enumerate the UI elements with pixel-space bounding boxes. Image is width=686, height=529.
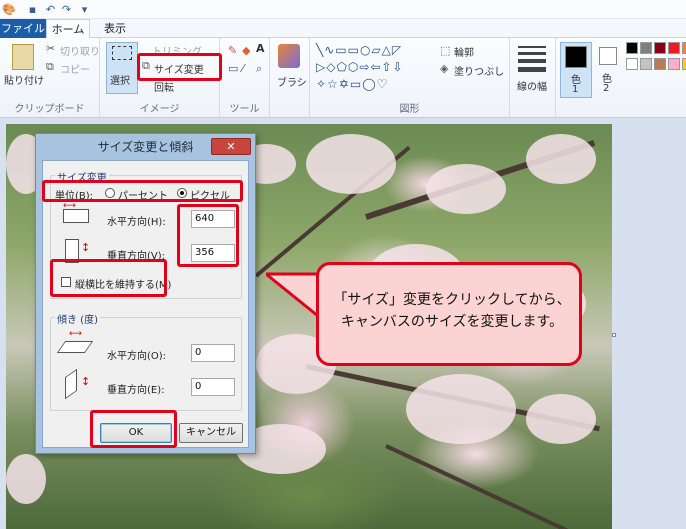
close-icon: ✕	[226, 140, 236, 153]
highlight-ok-button	[90, 410, 177, 448]
horizontal-resize-icon	[63, 209, 89, 223]
clipboard-group: 貼り付け ✂ 切り取り ⧉ コピー クリップボード	[0, 38, 100, 118]
color1-num: 1	[572, 84, 579, 95]
horizontal-arrow-icon: ⟷	[63, 201, 76, 211]
line-width-group: 線の幅	[510, 38, 556, 118]
scissors-icon: ✂	[46, 42, 56, 55]
callout-line1: 「サイズ」変更をクリックしてから、	[333, 292, 571, 308]
tab-home[interactable]: ホーム	[46, 19, 90, 38]
fill-bucket-icon: ◈	[440, 62, 449, 75]
palette-swatch[interactable]	[640, 58, 652, 70]
highlight-unit-row	[42, 180, 243, 202]
callout-text: 「サイズ」変更をクリックしてから、 キャンバスのサイズを変更します。	[329, 289, 575, 333]
color-picker-icon[interactable]: ⁄	[242, 62, 244, 75]
paste-icon[interactable]	[12, 44, 34, 70]
color1-button[interactable]: 色 1	[560, 42, 592, 98]
magnifier-icon[interactable]: ⌕	[256, 62, 262, 76]
brush-icon[interactable]	[278, 44, 300, 68]
shape-gallery[interactable]: ╲∿▭▭○▱△◸ ▷◇⬠⬡⇨⇦⇧⇩ ✧☆✡▭◯♡	[316, 42, 436, 94]
outline-icon: ⬚	[440, 44, 451, 57]
clipboard-group-label: クリップボード	[14, 104, 85, 115]
skew-section-label: 傾き (度)	[55, 311, 100, 326]
instruction-callout: 「サイズ」変更をクリックしてから、 キャンバスのサイズを変更します。	[316, 262, 582, 366]
callout-tail	[266, 272, 320, 318]
color2-swatch	[599, 47, 617, 65]
paint-app-icon[interactable]: 🎨	[2, 3, 16, 16]
tab-file[interactable]: ファイル	[0, 19, 46, 38]
highlight-resize-button	[137, 53, 222, 81]
fill-button[interactable]: 塗りつぶし	[454, 63, 504, 78]
highlight-size-inputs	[177, 204, 239, 267]
rotate-button[interactable]: 回転	[154, 79, 174, 94]
image-group-label: イメージ	[139, 104, 180, 115]
dialog-close-button[interactable]: ✕	[211, 138, 251, 155]
palette-swatch[interactable]	[654, 42, 666, 54]
skew-horizontal-label: 水平方向(O):	[107, 351, 167, 362]
skew-v-arrow-icon: ↕	[81, 375, 91, 388]
canvas-background	[612, 118, 686, 529]
cut-button[interactable]: 切り取り	[60, 43, 100, 58]
pencil-icon[interactable]: ✎	[228, 44, 237, 57]
palette-swatch[interactable]	[682, 58, 686, 70]
color2-num: 2	[603, 83, 610, 94]
skew-h-arrow-icon: ⟷	[69, 329, 82, 339]
skew-vertical-label: 垂直方向(E):	[107, 385, 165, 396]
paste-button[interactable]: 貼り付け	[4, 72, 44, 87]
ribbon: 貼り付け ✂ 切り取り ⧉ コピー クリップボード 選択 トリミング ⧉ サイズ…	[0, 38, 686, 118]
line-width-button[interactable]: 線の幅	[517, 78, 547, 93]
customize-dropdown-icon[interactable]: ▾	[78, 3, 91, 16]
brush-button[interactable]: ブラシ	[277, 74, 307, 89]
text-icon[interactable]: A	[256, 42, 265, 55]
shapes-group: ╲∿▭▭○▱△◸ ▷◇⬠⬡⇨⇦⇧⇩ ✧☆✡▭◯♡ ⬚ 輪郭 ◈ 塗りつぶし 図形	[310, 38, 510, 118]
ribbon-tabs: ファイル ホーム 表示	[0, 19, 686, 38]
palette-swatch[interactable]	[654, 58, 666, 70]
color1-swatch	[565, 46, 587, 68]
skew-horizontal-input[interactable]: 0	[191, 344, 235, 362]
outline-button[interactable]: 輪郭	[454, 44, 474, 59]
copy-icon: ⧉	[46, 60, 54, 73]
color2-button[interactable]: 色 2	[595, 42, 621, 98]
skew-vertical-input[interactable]: 0	[191, 378, 235, 396]
tab-view[interactable]: 表示	[96, 19, 134, 38]
vertical-arrow-icon: ↕	[81, 241, 91, 254]
quick-access-toolbar: 🎨 ▪ ↶ ↷ ▾	[0, 0, 686, 19]
eraser-icon[interactable]: ▭	[228, 62, 238, 75]
color-palette	[626, 42, 686, 82]
palette-swatch[interactable]	[640, 42, 652, 54]
tools-group-label: ツール	[229, 104, 260, 115]
save-icon[interactable]: ▪	[26, 3, 39, 16]
brush-group: ブラシ	[270, 38, 310, 118]
fill-icon[interactable]: ◆	[242, 44, 250, 57]
palette-swatch[interactable]	[682, 42, 686, 54]
copy-button[interactable]: コピー	[60, 61, 90, 76]
line-width-icon[interactable]	[518, 46, 546, 48]
select-button[interactable]: 選択	[110, 72, 130, 87]
highlight-aspect-checkbox	[50, 259, 167, 297]
select-icon	[112, 46, 132, 60]
palette-swatch[interactable]	[626, 58, 638, 70]
palette-swatch[interactable]	[668, 58, 680, 70]
callout-line2: キャンバスのサイズを変更します。	[340, 314, 564, 330]
redo-icon[interactable]: ↷	[60, 3, 73, 16]
horizontal-label: 水平方向(H):	[107, 217, 166, 228]
cancel-button[interactable]: キャンセル	[179, 423, 243, 443]
undo-icon[interactable]: ↶	[44, 3, 57, 16]
palette-swatch[interactable]	[626, 42, 638, 54]
palette-swatch[interactable]	[668, 42, 680, 54]
canvas-resize-handle[interactable]	[612, 333, 616, 337]
tools-group: ✎ ◆ A ▭ ⁄ ⌕ ツール	[220, 38, 270, 118]
shapes-group-label: 図形	[399, 104, 420, 115]
